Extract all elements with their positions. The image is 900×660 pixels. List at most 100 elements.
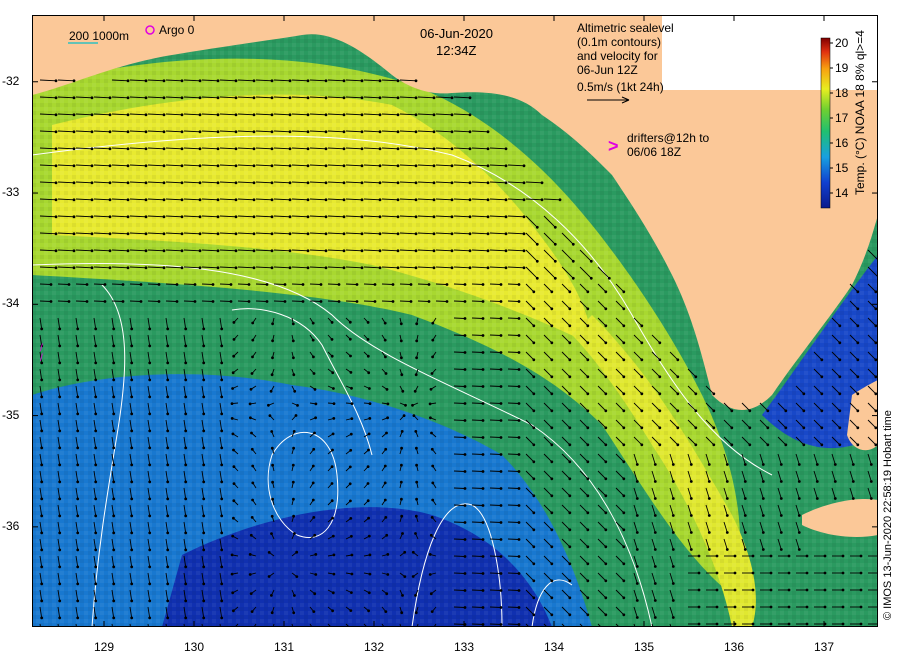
velocity-arrow-head [499, 521, 503, 524]
velocity-arrow-head [769, 571, 773, 575]
velocity-arrow-head [481, 351, 485, 354]
velocity-arrow [453, 555, 466, 557]
velocity-arrow-head [859, 571, 863, 575]
velocity-arrow-head [499, 572, 503, 575]
velocity-arrow [453, 385, 466, 387]
velocity-arrow-head [859, 622, 863, 626]
velocity-arrow-head [517, 283, 521, 286]
velocity-arrow-head [802, 443, 806, 447]
velocity-arrow-head [292, 430, 296, 433]
velocity-arrow [489, 419, 502, 421]
velocity-arrow-head [49, 283, 53, 286]
velocity-arrow-head [211, 300, 215, 303]
velocity-arrow-head [874, 290, 878, 294]
velocity-arrow-head [568, 409, 572, 413]
velocity-arrow [453, 402, 466, 404]
velocity-arrow-head [553, 276, 557, 280]
velocity-arrow [129, 283, 142, 285]
velocity-arrow-head [76, 327, 80, 331]
velocity-arrow-head [550, 443, 554, 447]
velocity-arrow-head [229, 300, 233, 303]
velocity-arrow-head [130, 480, 134, 484]
x-tick-label: 131 [273, 640, 295, 654]
velocity-arrow-head [712, 409, 716, 413]
velocity-arrow-head [349, 354, 352, 358]
velocity-arrow-head [268, 414, 272, 417]
velocity-arrow [489, 334, 502, 336]
velocity-arrow-head [249, 416, 252, 420]
velocity-arrow-head [58, 514, 62, 518]
colorbar-tick-label: 20 [835, 36, 849, 50]
velocity-arrow-head [350, 572, 354, 576]
velocity-arrow-head [522, 266, 526, 270]
velocity-arrow-head [220, 531, 224, 535]
velocity-arrow-head [202, 514, 206, 518]
velocity-arrow-head [270, 79, 274, 83]
velocity-arrow-head [550, 460, 554, 464]
velocity-arrow-head [40, 463, 44, 467]
velocity-arrow-head [622, 511, 626, 515]
velocity-arrow-head [658, 409, 662, 413]
velocity-arrow-head [481, 300, 485, 303]
velocity-arrow-head [367, 534, 371, 538]
velocity-arrow-head [396, 198, 400, 202]
velocity-arrow-head [694, 392, 698, 396]
velocity-arrow-head [184, 514, 188, 518]
drifter-marker: / [40, 353, 43, 364]
velocity-arrow-head [428, 573, 432, 576]
velocity-arrow-head [76, 446, 80, 450]
velocity-arrow-head [607, 276, 611, 280]
velocity-arrow-head [249, 592, 253, 595]
velocity-arrow-head [130, 616, 134, 620]
velocity-arrow-head [58, 327, 62, 331]
velocity-arrow-head [504, 198, 508, 202]
velocity-arrow-head [396, 79, 400, 83]
velocity-arrow-head [874, 307, 878, 311]
velocity-arrow-head [604, 613, 608, 617]
velocity-arrow-head [252, 181, 256, 185]
velocity-arrow-head [103, 300, 107, 303]
velocity-arrow [489, 351, 502, 353]
velocity-arrow-head [220, 599, 224, 603]
velocity-arrow-head [292, 611, 296, 615]
velocity-arrow-head [571, 242, 575, 246]
velocity-arrow-head [586, 443, 590, 447]
velocity-arrow-head [707, 531, 711, 534]
velocity-arrow-head [805, 554, 809, 558]
velocity-arrow-head [202, 429, 206, 433]
velocity-arrow-head [313, 533, 317, 537]
velocity-arrow-head [568, 341, 572, 345]
velocity-arrow-head [40, 514, 44, 518]
velocity-arrow-head [378, 147, 382, 151]
velocity-arrow-head [193, 300, 197, 303]
velocity-arrow [489, 402, 502, 404]
velocity-arrow-head [76, 514, 80, 518]
velocity-arrow-head [270, 113, 274, 117]
velocity-arrow-head [694, 443, 698, 447]
velocity-arrow-head [291, 339, 295, 343]
velocity-arrow-head [568, 290, 572, 294]
velocity-arrow-head [58, 344, 62, 348]
velocity-arrow-head [58, 429, 62, 433]
velocity-arrow-head [415, 497, 418, 501]
velocity-arrow-head [468, 249, 472, 253]
velocity-arrow-head [251, 481, 255, 485]
velocity-arrow-head [535, 242, 539, 246]
velocity-arrow [507, 623, 520, 625]
velocity-arrow-head [532, 511, 536, 515]
velocity-arrow-head [220, 582, 224, 586]
velocity-arrow-head [166, 548, 170, 552]
velocity-arrow-head [414, 514, 418, 518]
velocity-arrow-head [198, 164, 202, 168]
velocity-arrow-head [331, 591, 335, 595]
velocity-arrow-head [429, 533, 433, 537]
velocity-arrow [471, 555, 484, 557]
velocity-arrow-head [112, 446, 116, 450]
velocity-arrow-head [166, 599, 170, 603]
velocity-arrow-head [838, 375, 842, 379]
velocity-arrow-head [216, 164, 220, 168]
velocity-arrow-head [166, 497, 170, 501]
velocity-arrow-head [820, 426, 824, 430]
velocity-arrow-head [833, 463, 837, 466]
velocity-arrow-head [414, 232, 418, 236]
